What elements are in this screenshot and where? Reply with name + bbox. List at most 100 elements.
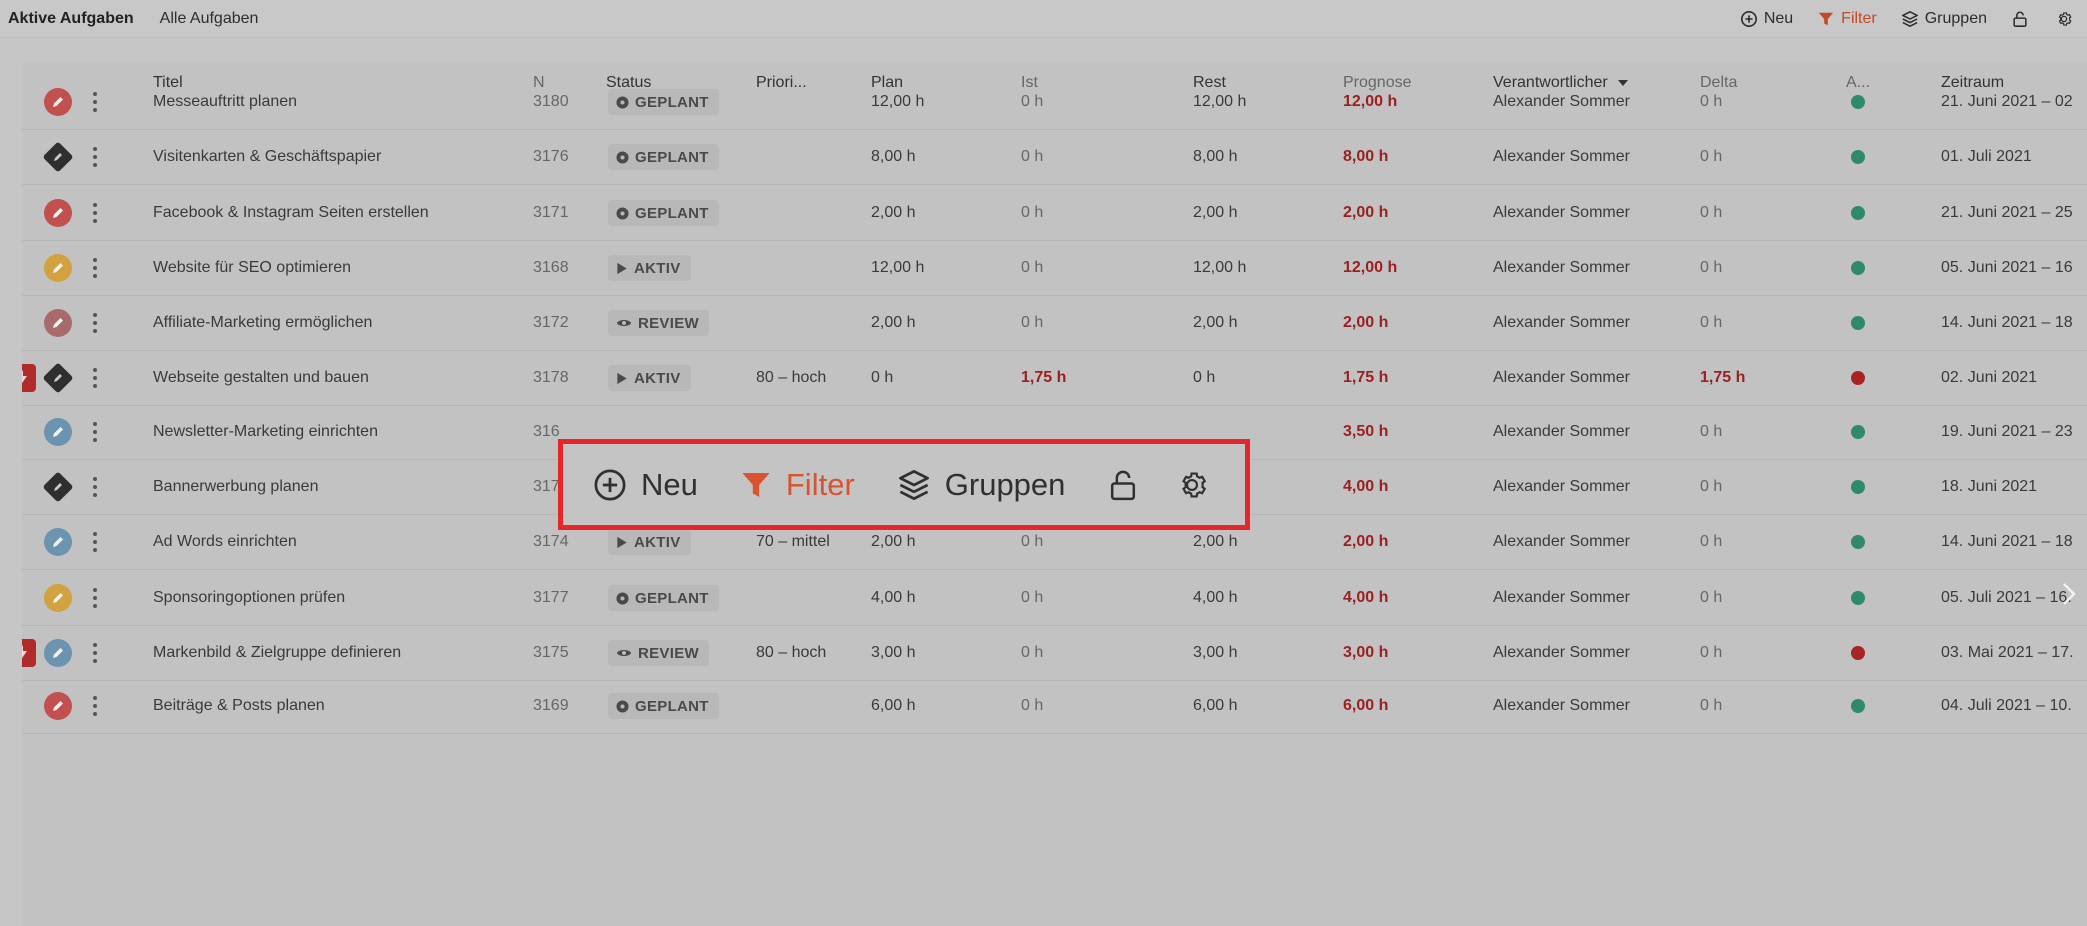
- row-menu-icon[interactable]: [92, 92, 98, 112]
- row-menu-icon[interactable]: [92, 422, 98, 442]
- edit-task-icon[interactable]: [44, 88, 72, 116]
- row-menu-icon[interactable]: [92, 368, 98, 388]
- owner-value[interactable]: Alexander Sommer: [1493, 478, 1630, 496]
- owner-value[interactable]: Alexander Sommer: [1493, 423, 1630, 441]
- status-label: REVIEW: [638, 314, 699, 332]
- owner-value[interactable]: Alexander Sommer: [1493, 259, 1630, 277]
- table-row[interactable]: Markenbild & Zielgruppe definieren 3175 RE…: [22, 626, 2087, 681]
- status-badge[interactable]: GEPLANT: [608, 200, 719, 226]
- milestone-icon[interactable]: [42, 471, 74, 503]
- owner-value[interactable]: Alexander Sommer: [1493, 533, 1630, 551]
- zoom-groups-button[interactable]: Gruppen: [897, 467, 1065, 503]
- milestone-icon[interactable]: [42, 141, 74, 173]
- plus-circle-icon: [594, 469, 626, 500]
- lock-button[interactable]: [2011, 10, 2035, 28]
- table-row[interactable]: Messeauftritt planen 3180 GEPLANT 12,00 h 0 …: [22, 75, 2087, 130]
- prognose-value: 2,00 h: [1343, 204, 1389, 221]
- edit-task-icon[interactable]: [44, 639, 72, 667]
- rest-value: 2,00 h: [1193, 204, 1238, 221]
- zoom-new-button[interactable]: Neu: [593, 467, 698, 503]
- task-title[interactable]: Newsletter-Marketing einrichten: [153, 423, 378, 441]
- owner-value[interactable]: Alexander Sommer: [1493, 644, 1630, 662]
- table-row[interactable]: Website für SEO optimieren 3168 AKTIV 12,00…: [22, 241, 2087, 296]
- task-title[interactable]: Messeauftritt planen: [153, 93, 297, 111]
- table-row[interactable]: Webseite gestalten und bauen 3178 AKTIV 80 …: [22, 351, 2087, 406]
- ist-value: 0 h: [1021, 259, 1044, 276]
- chevron-right-icon[interactable]: [2057, 578, 2081, 610]
- status-badge[interactable]: REVIEW: [608, 640, 709, 666]
- date-range: 21. Juni 2021 – 25: [1941, 204, 2073, 221]
- row-menu-icon[interactable]: [92, 696, 98, 716]
- date-range: 02. Juni 2021: [1941, 369, 2038, 386]
- tab-all-tasks[interactable]: Alle Aufgaben: [146, 10, 271, 28]
- row-menu-icon[interactable]: [92, 203, 98, 223]
- edit-task-icon[interactable]: [44, 692, 72, 720]
- task-title[interactable]: Sponsoringoptionen prüfen: [153, 589, 345, 607]
- task-title[interactable]: Ad Words einrichten: [153, 533, 297, 551]
- filter-button[interactable]: Filter: [1817, 10, 1877, 28]
- new-button[interactable]: Neu: [1740, 10, 1793, 28]
- plan-value: 8,00 h: [871, 148, 916, 165]
- status-badge[interactable]: GEPLANT: [608, 89, 719, 115]
- tab-active-tasks[interactable]: Aktive Aufgaben: [0, 10, 146, 28]
- status-badge[interactable]: REVIEW: [608, 310, 709, 336]
- owner-value[interactable]: Alexander Sommer: [1493, 589, 1630, 607]
- table-row[interactable]: Facebook & Instagram Seiten erstellen 317…: [22, 186, 2087, 241]
- zoom-filter-button[interactable]: Filter: [740, 467, 855, 503]
- owner-value[interactable]: Alexander Sommer: [1493, 369, 1630, 387]
- groups-button[interactable]: Gruppen: [1901, 10, 1987, 28]
- status-badge[interactable]: GEPLANT: [608, 585, 719, 611]
- task-title[interactable]: Beiträge & Posts planen: [153, 697, 325, 715]
- settings-button[interactable]: [2055, 10, 2079, 28]
- task-title[interactable]: Webseite gestalten und bauen: [153, 369, 369, 387]
- plan-value: 2,00 h: [871, 204, 916, 221]
- status-badge[interactable]: AKTIV: [608, 365, 691, 391]
- date-range: 14. Juni 2021 – 18: [1941, 314, 2073, 331]
- row-menu-icon[interactable]: [92, 532, 98, 552]
- status-badge[interactable]: GEPLANT: [608, 144, 719, 170]
- status-dot: [1851, 425, 1865, 439]
- owner-value[interactable]: Alexander Sommer: [1493, 148, 1630, 166]
- owner-value[interactable]: Alexander Sommer: [1493, 314, 1630, 332]
- row-menu-icon[interactable]: [92, 147, 98, 167]
- ist-value: 0 h: [1021, 697, 1044, 714]
- edit-task-icon[interactable]: [44, 584, 72, 612]
- task-title[interactable]: Bannerwerbung planen: [153, 478, 318, 496]
- milestone-icon[interactable]: [42, 362, 74, 394]
- task-number: 3168: [533, 259, 569, 276]
- edit-task-icon[interactable]: [44, 254, 72, 282]
- task-title[interactable]: Affiliate-Marketing ermöglichen: [153, 314, 372, 332]
- prognose-value: 2,00 h: [1343, 314, 1389, 331]
- status-label: GEPLANT: [635, 148, 709, 166]
- zoom-lock-button[interactable]: [1107, 468, 1139, 502]
- date-range: 21. Juni 2021 – 02: [1941, 93, 2073, 110]
- edit-task-icon[interactable]: [44, 418, 72, 446]
- delta-value: 0 h: [1700, 148, 1723, 165]
- status-badge[interactable]: AKTIV: [608, 255, 691, 281]
- table-row[interactable]: Visitenkarten & Geschäftspapier 3176 GEPLA…: [22, 130, 2087, 185]
- task-title[interactable]: Markenbild & Zielgruppe definieren: [153, 644, 401, 662]
- status-badge[interactable]: GEPLANT: [608, 693, 719, 719]
- task-title[interactable]: Facebook & Instagram Seiten erstellen: [153, 204, 429, 222]
- row-menu-icon[interactable]: [92, 258, 98, 278]
- row-menu-icon[interactable]: [92, 643, 98, 663]
- row-menu-icon[interactable]: [92, 477, 98, 497]
- eye-icon: [616, 320, 632, 326]
- table-row[interactable]: Affiliate-Marketing ermöglichen 3172 REVIE…: [22, 296, 2087, 351]
- task-number: 3172: [533, 314, 569, 331]
- edit-task-icon[interactable]: [44, 199, 72, 227]
- row-menu-icon[interactable]: [92, 313, 98, 333]
- task-title[interactable]: Website für SEO optimieren: [153, 259, 351, 277]
- edit-task-icon[interactable]: [44, 528, 72, 556]
- owner-value[interactable]: Alexander Sommer: [1493, 697, 1630, 715]
- row-menu-icon[interactable]: [92, 588, 98, 608]
- table-row[interactable]: Beiträge & Posts planen 3169 GEPLANT 6,00 h…: [22, 679, 2087, 734]
- owner-value[interactable]: Alexander Sommer: [1493, 93, 1630, 111]
- table-row[interactable]: Sponsoringoptionen prüfen 3177 GEPLANT 4,00…: [22, 571, 2087, 626]
- edit-task-icon[interactable]: [44, 309, 72, 337]
- owner-value[interactable]: Alexander Sommer: [1493, 204, 1630, 222]
- task-number: 3177: [533, 589, 569, 606]
- zoom-settings-button[interactable]: [1175, 468, 1209, 502]
- status-badge[interactable]: AKTIV: [608, 529, 691, 555]
- task-title[interactable]: Visitenkarten & Geschäftspapier: [153, 148, 381, 166]
